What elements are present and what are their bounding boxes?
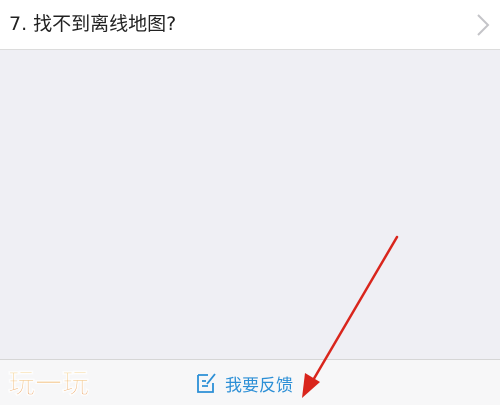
chevron-right-icon <box>477 14 490 36</box>
watermark-logo: 玩一玩 <box>8 369 89 401</box>
faq-item-offline-map[interactable]: 7. 找不到离线地图? <box>0 0 500 50</box>
edit-note-icon <box>197 373 216 393</box>
help-page: 7. 找不到离线地图? 我要反馈 玩一玩 <box>0 0 500 405</box>
faq-item-label: 7. 找不到离线地图? <box>9 13 177 35</box>
feedback-button-label: 我要反馈 <box>225 375 293 396</box>
svg-text:玩一玩: 玩一玩 <box>8 369 89 400</box>
content-area <box>0 50 500 359</box>
feedback-button[interactable]: 我要反馈 <box>195 368 293 398</box>
